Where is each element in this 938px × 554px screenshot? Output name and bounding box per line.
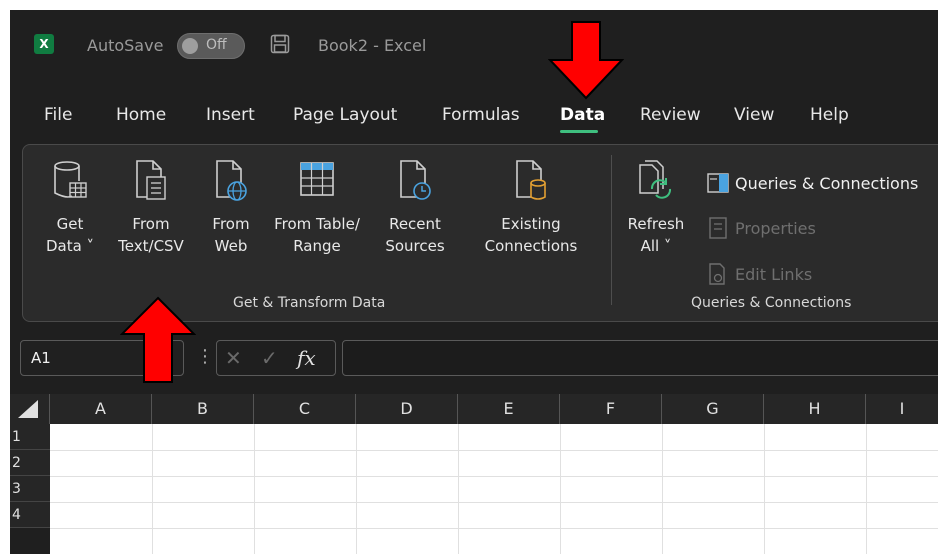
grid-line [458, 424, 459, 554]
tab-review[interactable]: Review [640, 105, 701, 125]
ribbon-tabs: File Home Insert Page Layout Formulas Da… [10, 100, 938, 134]
from-table-label-1: From Table/ [274, 215, 360, 233]
grid-line [560, 424, 561, 554]
column-header-d[interactable]: D [356, 394, 458, 424]
autosave-label: AutoSave [87, 36, 164, 55]
tab-page-layout[interactable]: Page Layout [293, 105, 397, 125]
from-web-label-1: From [212, 215, 250, 233]
row-header-3[interactable]: 3 [10, 476, 50, 502]
row-header-1[interactable]: 1 [10, 424, 50, 450]
edit-links-button[interactable]: Edit Links [707, 263, 812, 285]
tab-insert[interactable]: Insert [206, 105, 255, 125]
autosave-toggle[interactable]: Off [177, 33, 245, 59]
arrow-down-icon [548, 21, 624, 100]
properties-icon [709, 217, 727, 239]
row-header-2[interactable]: 2 [10, 450, 50, 476]
grid-line [254, 424, 255, 554]
grid-line [50, 476, 938, 477]
refresh-icon [639, 160, 672, 199]
properties-button[interactable]: Properties [707, 217, 816, 239]
grid-line [50, 528, 938, 529]
from-text-label-1: From [132, 215, 170, 233]
tab-file[interactable]: File [44, 105, 72, 125]
save-icon[interactable] [270, 34, 290, 54]
existing-connections-button[interactable]: Existing Connections [475, 159, 587, 257]
tab-view[interactable]: View [734, 105, 774, 125]
queries-panel-icon [707, 173, 729, 193]
column-header-f[interactable]: F [560, 394, 662, 424]
get-data-button[interactable]: Get Data ˅ [41, 159, 99, 257]
from-text-label-2: Text/CSV [118, 237, 184, 255]
grid-line [50, 450, 938, 451]
get-data-label-1: Get [56, 215, 84, 233]
column-header-c[interactable]: C [254, 394, 356, 424]
queries-connections-label: Queries & Connections [735, 173, 919, 193]
existing-connections-label-1: Existing [501, 215, 561, 233]
insert-function-icon[interactable]: fx [297, 346, 316, 370]
grid-line [662, 424, 663, 554]
from-table-range-button[interactable]: From Table/ Range [269, 159, 365, 257]
group-label-queries: Queries & Connections [691, 295, 852, 311]
from-text-csv-button[interactable]: From Text/CSV [115, 159, 187, 257]
connection-file-icon [516, 160, 546, 200]
arrow-up-icon [120, 296, 196, 383]
from-table-label-2: Range [293, 237, 341, 255]
grid-line [764, 424, 765, 554]
select-all-icon [18, 400, 38, 418]
text-file-icon [136, 160, 166, 200]
from-web-button[interactable]: From Web [207, 159, 255, 257]
cancel-icon[interactable]: ✕ [225, 346, 242, 370]
get-data-label-2: Data ˅ [45, 237, 95, 255]
table-icon [300, 162, 334, 196]
column-header-a[interactable]: A [50, 394, 152, 424]
excel-window: X AutoSave Off Book2 - Excel File Home I… [10, 10, 938, 554]
more-options-icon[interactable]: ⋮ [196, 346, 214, 367]
edit-links-label: Edit Links [735, 264, 813, 284]
title-bar: X AutoSave Off Book2 - Excel [10, 10, 938, 82]
grid-line [152, 424, 153, 554]
select-all-corner[interactable] [10, 394, 50, 424]
refresh-all-button[interactable]: Refresh All ˅ [623, 159, 689, 257]
recent-sources-label-1: Recent [389, 215, 441, 233]
tab-help[interactable]: Help [810, 105, 849, 125]
column-header-h[interactable]: H [764, 394, 866, 424]
tab-data[interactable]: Data [560, 105, 605, 125]
formula-controls: ✕ ✓ fx [216, 340, 336, 376]
recent-sources-button[interactable]: Recent Sources [379, 159, 451, 257]
cell-area[interactable] [50, 424, 938, 554]
existing-connections-label-2: Connections [484, 237, 578, 255]
grid-line [356, 424, 357, 554]
autosave-state: Off [206, 37, 227, 53]
formula-input[interactable] [342, 340, 938, 376]
database-icon [54, 161, 87, 198]
column-header-g[interactable]: G [662, 394, 764, 424]
column-header-b[interactable]: B [152, 394, 254, 424]
properties-label: Properties [735, 218, 816, 238]
worksheet-grid: A B C D E F G H I 1 2 3 4 [10, 394, 938, 554]
excel-logo-icon: X [34, 34, 54, 54]
enter-icon[interactable]: ✓ [261, 346, 278, 370]
row-header-4[interactable]: 4 [10, 502, 50, 528]
web-file-icon [216, 160, 247, 201]
clock-file-icon [400, 160, 431, 200]
toggle-knob [182, 38, 198, 54]
tab-home[interactable]: Home [116, 105, 166, 125]
column-header-i[interactable]: I [866, 394, 938, 424]
document-title: Book2 - Excel [318, 36, 427, 55]
edit-links-icon [709, 263, 725, 285]
name-box-value: A1 [31, 349, 51, 367]
column-header-e[interactable]: E [458, 394, 560, 424]
group-label-get-transform: Get & Transform Data [233, 295, 386, 311]
refresh-label-2: All ˅ [640, 237, 672, 255]
recent-sources-label-2: Sources [385, 237, 445, 255]
grid-line [866, 424, 867, 554]
grid-line [50, 502, 938, 503]
refresh-label-1: Refresh [627, 215, 685, 233]
queries-connections-button[interactable]: Queries & Connections [707, 173, 918, 193]
ribbon-separator [611, 155, 612, 305]
active-tab-indicator [560, 130, 598, 133]
from-web-label-2: Web [214, 237, 248, 255]
tab-formulas[interactable]: Formulas [442, 105, 520, 125]
